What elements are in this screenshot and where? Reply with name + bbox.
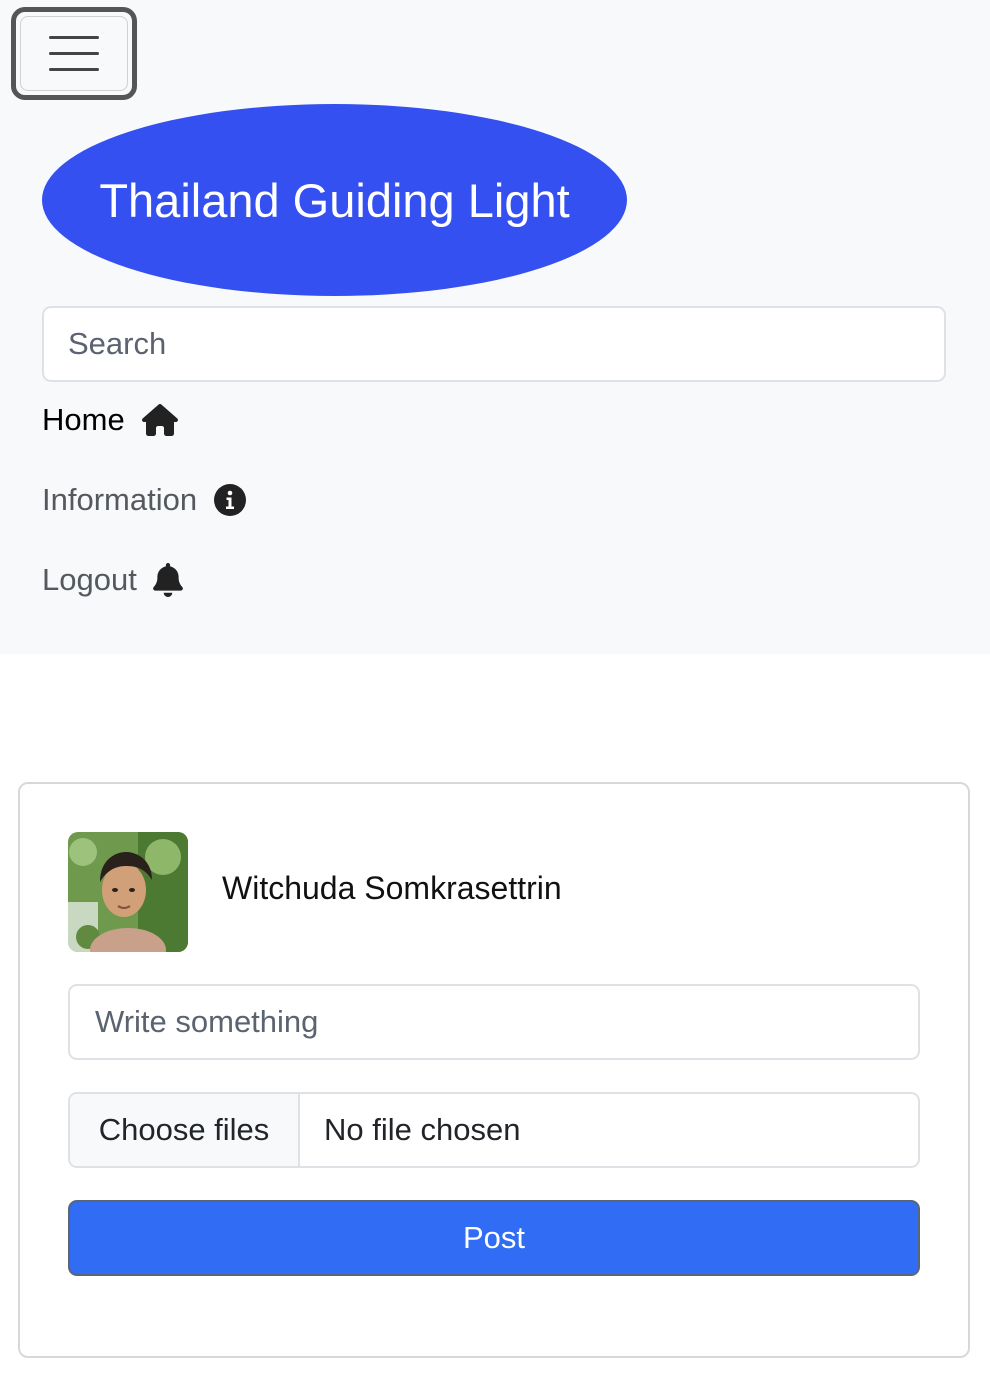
bell-icon bbox=[152, 563, 183, 597]
search-input[interactable] bbox=[42, 306, 946, 382]
nav-item-information-label: Information bbox=[42, 482, 198, 517]
brand-logo-link[interactable]: Thailand Guiding Light bbox=[42, 104, 627, 296]
post-button[interactable]: Post bbox=[68, 1200, 920, 1276]
post-composer-card: Witchuda Somkrasettrin Choose files No f… bbox=[18, 782, 970, 1358]
hamburger-menu-icon bbox=[49, 68, 99, 71]
nav-item-logout-label: Logout bbox=[42, 562, 137, 597]
home-icon bbox=[141, 404, 178, 436]
hamburger-menu-icon bbox=[49, 52, 99, 55]
file-input[interactable]: Choose files No file chosen bbox=[68, 1092, 920, 1168]
nav-item-home[interactable]: Home bbox=[42, 402, 179, 438]
user-name: Witchuda Somkrasettrin bbox=[222, 870, 562, 906]
avatar[interactable] bbox=[68, 832, 188, 952]
avatar-photo bbox=[68, 832, 188, 952]
post-text-input[interactable] bbox=[68, 984, 920, 1060]
choose-files-button[interactable]: Choose files bbox=[70, 1094, 300, 1166]
navbar-toggler-button[interactable] bbox=[11, 7, 137, 100]
nav-item-information[interactable]: Information bbox=[42, 482, 247, 518]
brand-title: Thailand Guiding Light bbox=[99, 173, 570, 227]
navbar: Thailand Guiding Light Home Information … bbox=[0, 0, 990, 654]
nav-item-home-label: Home bbox=[42, 402, 125, 437]
nav-item-logout[interactable]: Logout bbox=[42, 562, 183, 598]
info-circle-icon bbox=[214, 484, 247, 516]
hamburger-menu-icon bbox=[49, 36, 99, 39]
file-status-text: No file chosen bbox=[324, 1112, 521, 1147]
